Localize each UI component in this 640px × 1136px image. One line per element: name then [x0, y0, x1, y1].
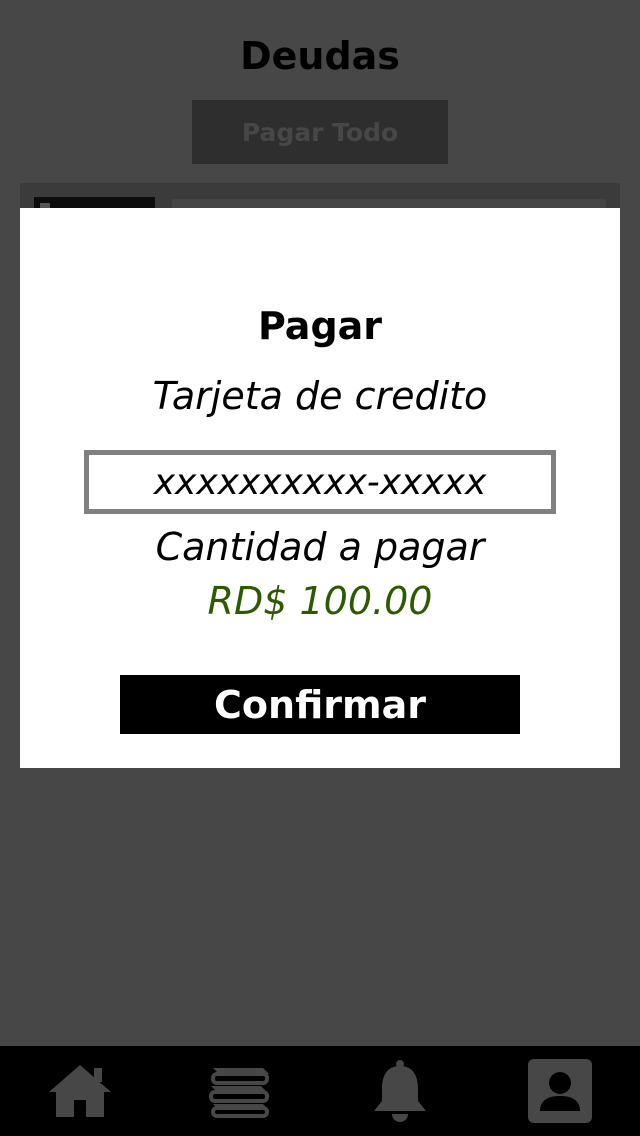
card-label: Tarjeta de credito — [152, 374, 488, 418]
amount-label: Cantidad a pagar — [155, 525, 485, 569]
modal-title: Pagar — [257, 304, 383, 348]
profile-icon — [528, 1059, 592, 1123]
nav-library[interactable] — [160, 1046, 320, 1136]
books-icon — [209, 1068, 269, 1118]
bell-icon — [374, 1060, 426, 1122]
card-number-input[interactable] — [84, 450, 556, 514]
confirm-button[interactable]: Confirmar — [120, 675, 520, 734]
nav-home[interactable] — [0, 1046, 160, 1136]
bottom-nav — [0, 1046, 640, 1136]
nav-profile[interactable] — [480, 1046, 640, 1136]
page-title: Deudas — [240, 34, 400, 78]
amount-value: RD$ 100.00 — [207, 579, 433, 623]
home-icon — [49, 1065, 111, 1117]
payment-modal: Pagar Tarjeta de credito Cantidad a paga… — [20, 208, 620, 768]
nav-notifications[interactable] — [320, 1046, 480, 1136]
pay-all-button[interactable]: Pagar Todo — [192, 100, 448, 164]
